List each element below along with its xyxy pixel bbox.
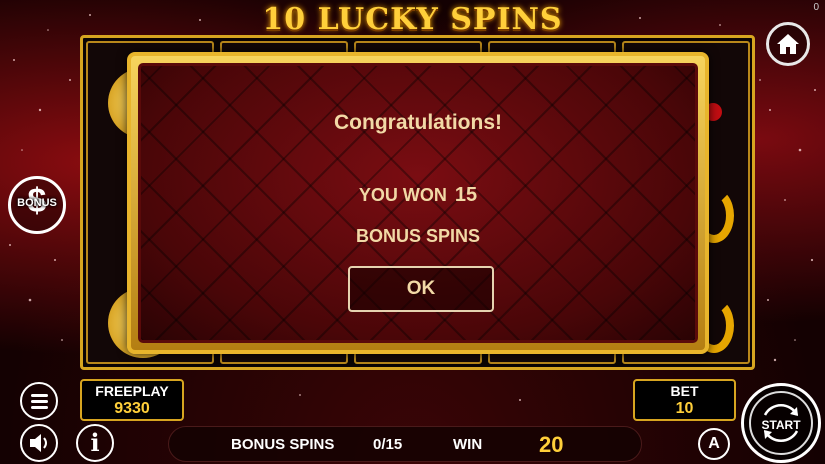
win-label: WIN bbox=[453, 436, 483, 453]
game-title: 10 LUCKY SPINS bbox=[262, 2, 563, 37]
won-amount: 15 bbox=[454, 184, 478, 206]
menu-button[interactable] bbox=[20, 382, 58, 420]
bet-label: BET bbox=[670, 383, 699, 399]
bonus-spins-label: BONUS SPINS bbox=[231, 436, 335, 453]
freeplay-value: 9330 bbox=[114, 400, 150, 417]
sound-button[interactable] bbox=[20, 424, 58, 462]
start-label: START bbox=[761, 418, 801, 432]
menu-icon-line bbox=[31, 406, 48, 409]
home-icon bbox=[777, 34, 799, 54]
win-popup: Congratulations! YOU WON 15 BONUS SPINS O… bbox=[127, 52, 709, 354]
sound-icon bbox=[30, 434, 47, 452]
won-label: YOU WON bbox=[358, 185, 447, 205]
autoplay-button[interactable]: A bbox=[698, 428, 730, 460]
bonus-button[interactable]: $ BONUS bbox=[8, 176, 66, 234]
info-button[interactable]: i bbox=[76, 424, 114, 462]
ok-button[interactable]: OK bbox=[348, 266, 494, 312]
info-icon: i bbox=[90, 428, 100, 457]
home-button[interactable] bbox=[766, 22, 810, 66]
freeplay-label: FREEPLAY bbox=[95, 383, 169, 399]
win-popup-body: Congratulations! YOU WON 15 BONUS SPINS O… bbox=[138, 63, 698, 343]
freeplay-panel: FREEPLAY 9330 bbox=[80, 379, 184, 421]
bet-panel[interactable]: BET 10 bbox=[633, 379, 736, 421]
menu-icon-line bbox=[31, 400, 48, 403]
bonus-label: BONUS bbox=[17, 197, 57, 209]
bonus-spins-value: 0/15 bbox=[373, 436, 403, 453]
corner-counter: 0 bbox=[813, 2, 819, 13]
start-button[interactable]: START bbox=[741, 383, 821, 463]
bottom-status-bar: BONUS SPINS 0/15 WIN 20 bbox=[168, 426, 642, 462]
menu-icon bbox=[31, 394, 48, 397]
won-suffix: BONUS SPINS bbox=[355, 226, 481, 246]
bet-value: 10 bbox=[675, 400, 694, 417]
autoplay-icon: A bbox=[708, 435, 720, 452]
won-line: YOU WON 15 bbox=[141, 184, 695, 207]
win-value: 20 bbox=[539, 432, 564, 457]
popup-heading: Congratulations! bbox=[334, 111, 502, 134]
